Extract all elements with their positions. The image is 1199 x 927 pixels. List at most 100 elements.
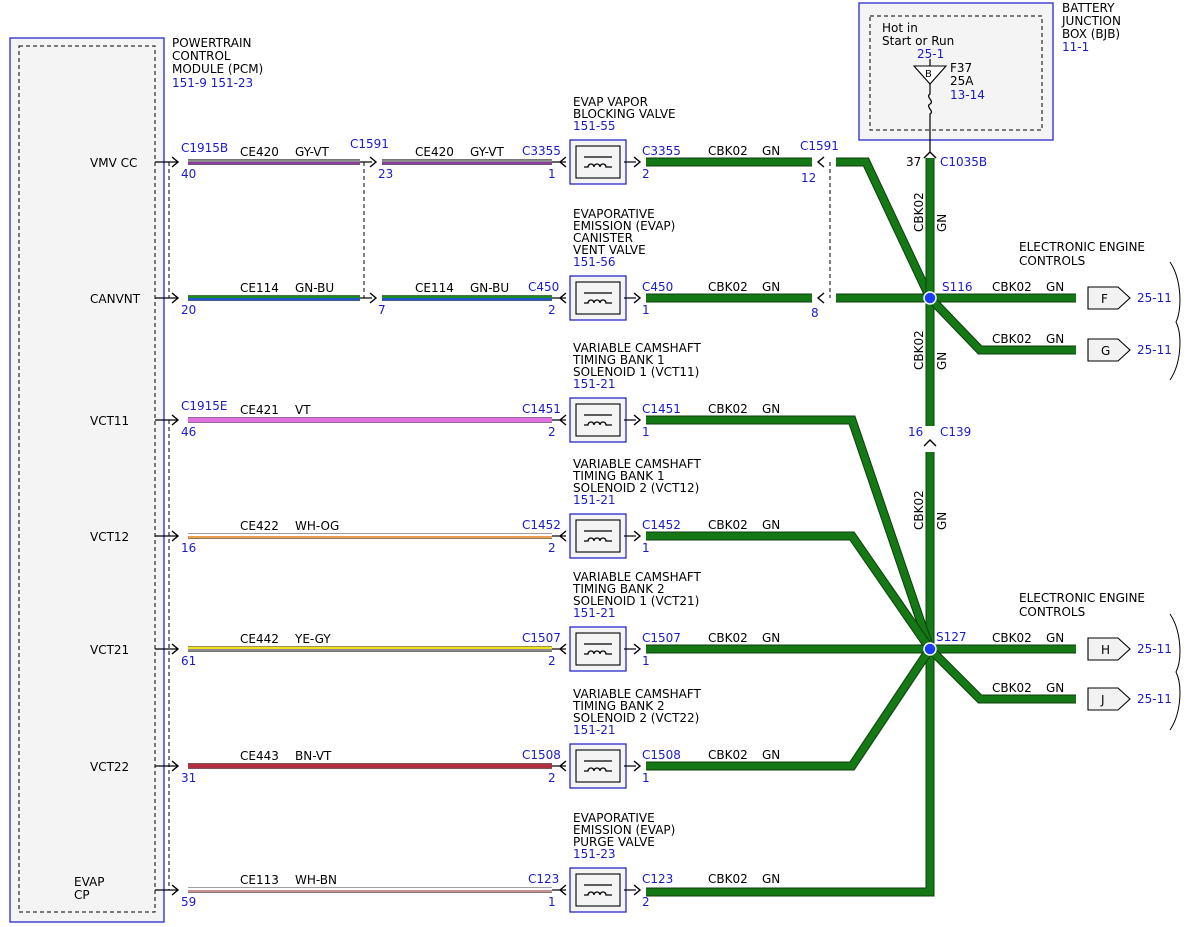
trunk-circuit: CBK02 bbox=[912, 192, 926, 232]
fuse-ref: 13-14 bbox=[950, 88, 985, 102]
solenoid-component-body bbox=[575, 519, 621, 553]
output-connector-letter: F bbox=[1101, 292, 1108, 306]
component-pin-number: 2 bbox=[548, 425, 556, 439]
output-color: GN bbox=[1046, 332, 1064, 346]
brace-icon bbox=[1169, 613, 1181, 731]
component-connector-id: C123 bbox=[642, 872, 673, 886]
output-connector-letter: H bbox=[1101, 643, 1110, 657]
inline-pin-number: 8 bbox=[811, 306, 819, 320]
connector-arrow-icon bbox=[923, 439, 937, 447]
wire-color: GY-VT bbox=[470, 145, 504, 159]
pcm-title-3: MODULE (PCM) bbox=[172, 62, 263, 76]
component-ref: 151-21 bbox=[573, 723, 616, 737]
gn-wire-color: GN bbox=[762, 144, 780, 158]
component-pin-number: 1 bbox=[642, 541, 650, 555]
gn-wire-color: GN bbox=[762, 518, 780, 532]
gn-wire-circuit: CBK02 bbox=[708, 631, 748, 645]
component-pin-number: 1 bbox=[642, 771, 650, 785]
wire-circuit: CE420 bbox=[415, 145, 454, 159]
circuit-layer: VMV CC C1915B 40 CE420 GY-VT C1591 23 CE420 GY-V… bbox=[74, 95, 1181, 913]
component-connector-id: C1507 bbox=[522, 631, 561, 645]
output-connector-icon bbox=[1087, 286, 1131, 310]
splice-s116-label: S116 bbox=[942, 280, 973, 294]
inline-pin-number: 23 bbox=[378, 167, 393, 181]
output-ref: 25-11 bbox=[1137, 291, 1172, 305]
output-connector-letter: J bbox=[1100, 693, 1105, 707]
brace-icon bbox=[1169, 261, 1181, 381]
fuse-pin: B bbox=[925, 69, 932, 80]
output-circuit: CBK02 bbox=[992, 280, 1032, 294]
gn-wire-circuit: CBK02 bbox=[708, 748, 748, 762]
output-color: GN bbox=[1046, 631, 1064, 645]
output-group-title: CONTROLS bbox=[1019, 605, 1085, 619]
wire-circuit: CE114 bbox=[240, 281, 279, 295]
bjb-hot-2: Start or Run bbox=[882, 34, 954, 48]
wire-circuit: CE422 bbox=[240, 519, 279, 533]
component-ref: 151-21 bbox=[573, 377, 616, 391]
wire-color: WH-OG bbox=[295, 519, 339, 533]
splice-s127-icon bbox=[923, 642, 937, 656]
wire-color: WH-BN bbox=[295, 873, 337, 887]
trunk-circuit: CBK02 bbox=[912, 330, 926, 370]
output-ref: 25-11 bbox=[1137, 343, 1172, 357]
c139-connector-id: C139 bbox=[940, 425, 971, 439]
pcm-pin-signal: VCT11 bbox=[90, 414, 129, 428]
component-pin-number: 2 bbox=[548, 771, 556, 785]
output-group-title: ELECTRONIC ENGINE bbox=[1019, 240, 1145, 254]
connector-arrow-icon bbox=[816, 292, 825, 304]
pcm-pin-number: 46 bbox=[181, 425, 196, 439]
solenoid-component-body bbox=[575, 403, 621, 437]
splice-s127-label: S127 bbox=[936, 630, 967, 644]
wire-color: YE-GY bbox=[294, 632, 331, 646]
component-connector-id: C1451 bbox=[522, 402, 561, 416]
gn-wire-color: GN bbox=[762, 748, 780, 762]
solenoid-component-body bbox=[575, 749, 621, 783]
pcm-pin-signal: VCT22 bbox=[90, 760, 129, 774]
solenoid-component-body bbox=[575, 281, 621, 315]
gn-wire-circuit: CBK02 bbox=[708, 144, 748, 158]
solenoid-component-body bbox=[575, 873, 621, 907]
pcm-pin-number: 40 bbox=[181, 167, 196, 181]
gn-wire-color: GN bbox=[762, 631, 780, 645]
component-connector-id: C1508 bbox=[522, 748, 561, 762]
fuse-name: F37 bbox=[950, 61, 972, 75]
component-connector-id: C3355 bbox=[642, 144, 681, 158]
component-pin-number: 1 bbox=[642, 654, 650, 668]
gn-wire-color: GN bbox=[762, 402, 780, 416]
pcm-refs: 151-9 151-23 bbox=[172, 76, 253, 90]
battery-junction-box: BATTERY JUNCTION BOX (BJB) 11-1 Hot in S… bbox=[858, 1, 1121, 169]
trunk-color: GN bbox=[935, 352, 949, 370]
pcm-pin-signal: VCT12 bbox=[90, 530, 129, 544]
wire-circuit: CE421 bbox=[240, 403, 279, 417]
gn-wire-color: GN bbox=[762, 872, 780, 886]
bjb-hot-ref: 25-1 bbox=[917, 47, 944, 61]
component-ref: 151-21 bbox=[573, 493, 616, 507]
gn-wire-circuit: CBK02 bbox=[708, 518, 748, 532]
bjb-out-conn: C1035B bbox=[940, 155, 987, 169]
component-pin-number: 1 bbox=[548, 167, 556, 181]
pcm-pin-number: 61 bbox=[181, 654, 196, 668]
bjb-title-2: JUNCTION bbox=[1061, 14, 1121, 28]
component-pin-number: 2 bbox=[548, 654, 556, 668]
component-connector-id: C1452 bbox=[522, 518, 561, 532]
component-connector-id: C123 bbox=[528, 872, 559, 886]
gn-wire bbox=[646, 532, 933, 651]
component-pin-number: 2 bbox=[548, 541, 556, 555]
trunk-color: GN bbox=[935, 214, 949, 232]
inline-pin-number: 12 bbox=[801, 171, 816, 185]
wire-color: VT bbox=[295, 403, 311, 417]
component-pin-number: 1 bbox=[642, 425, 650, 439]
gn-wire-color: GN bbox=[762, 280, 780, 294]
inline-pin-number: 7 bbox=[378, 303, 386, 317]
gn-wire-circuit: CBK02 bbox=[708, 402, 748, 416]
trunk-circuit: CBK02 bbox=[912, 490, 926, 530]
pcm-connector-id: C1915E bbox=[181, 399, 228, 413]
component-connector-id: C450 bbox=[642, 280, 673, 294]
pcm-pin-number: 20 bbox=[181, 303, 196, 317]
wire-circuit: CE420 bbox=[240, 145, 279, 159]
component-connector-id: C1508 bbox=[642, 748, 681, 762]
pcm-title-2: CONTROL bbox=[172, 49, 231, 63]
bjb-out-pin: 37 bbox=[906, 155, 921, 169]
inline-connector-id: C1591 bbox=[800, 139, 839, 153]
pcm-pin-signal: CP bbox=[74, 888, 90, 902]
